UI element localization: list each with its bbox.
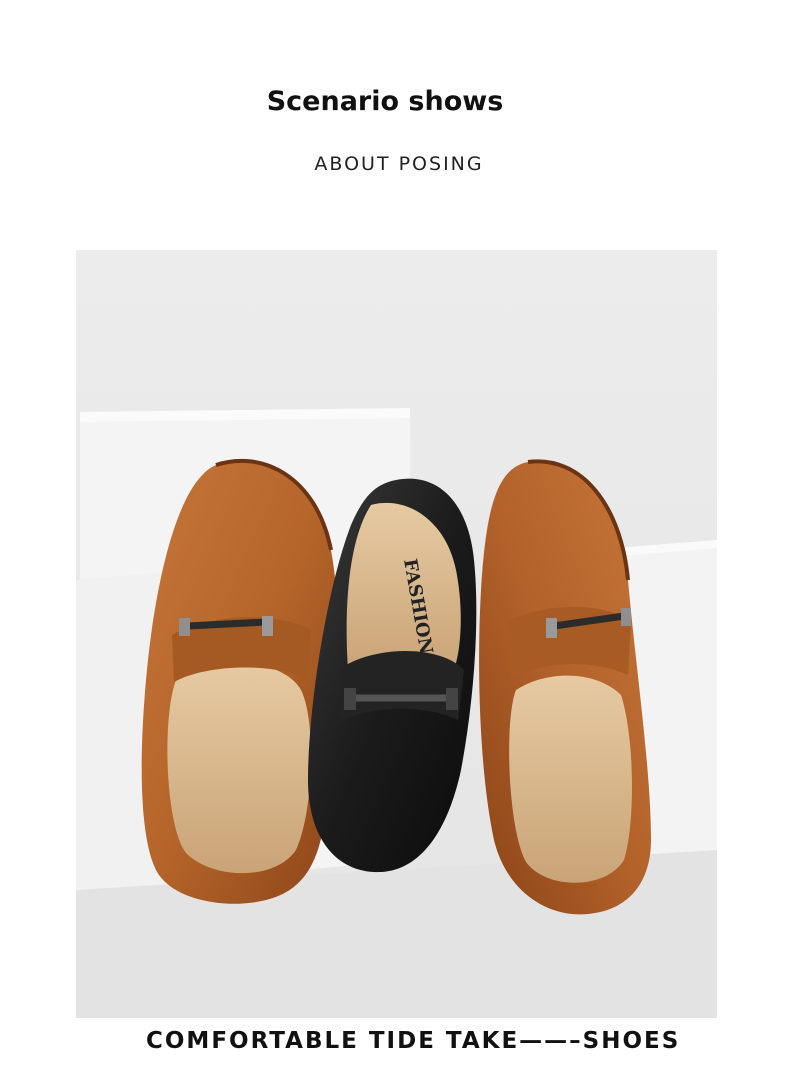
- loafers-illustration: FASHION: [76, 250, 717, 1018]
- footer-tagline: COMFORTABLE TIDE TAKE——–SHOES: [146, 1028, 681, 1054]
- page-title: Scenario shows: [266, 86, 504, 117]
- product-photo: FASHION: [76, 250, 717, 1018]
- page-subtitle: ABOUT POSING: [314, 153, 484, 175]
